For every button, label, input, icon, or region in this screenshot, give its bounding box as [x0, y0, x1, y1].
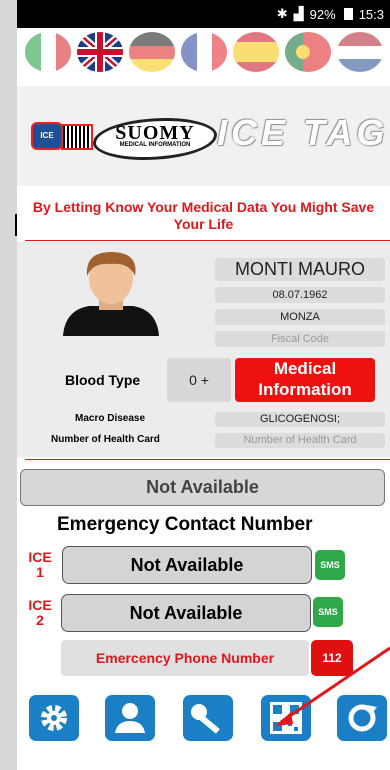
app-screen: ✱ ▟ 92% 15:3 ICE SUOMY MEDICAL INFORMATI… [17, 0, 390, 770]
red-arrow-annotation [275, 646, 390, 726]
text-cursor [15, 214, 17, 236]
